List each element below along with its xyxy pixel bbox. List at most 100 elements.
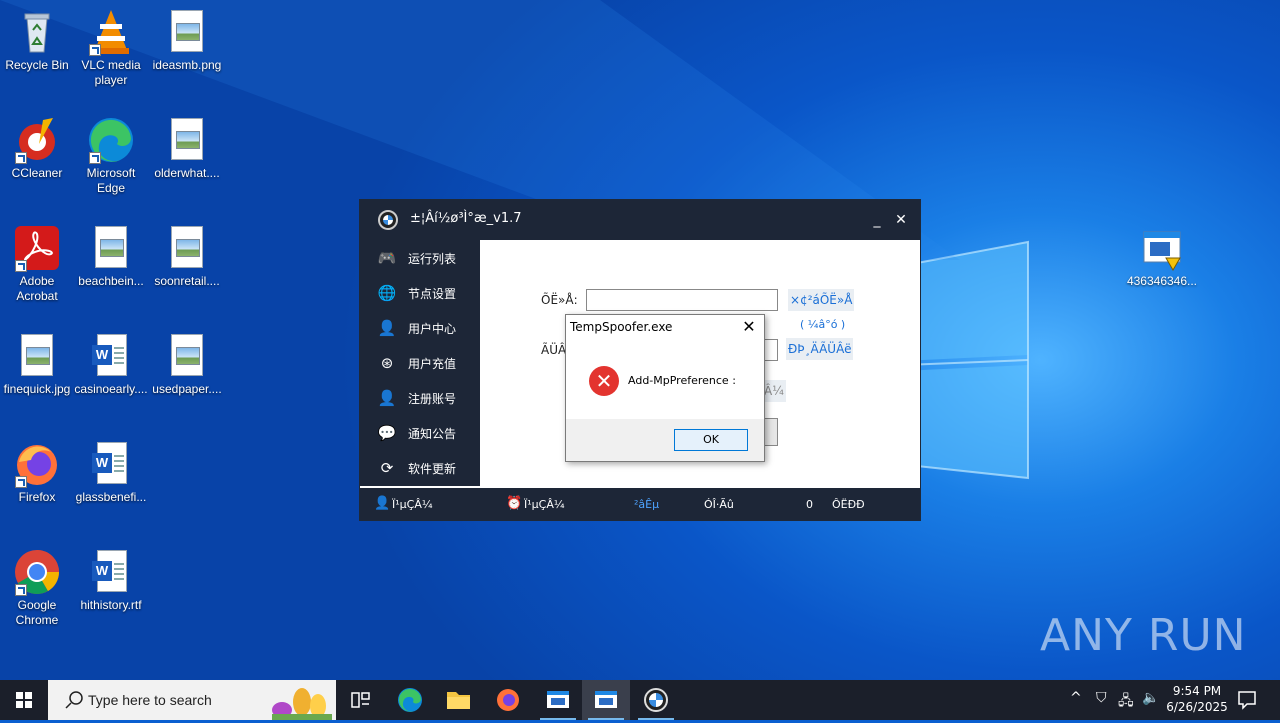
volume-icon[interactable]: 🔈 — [1142, 690, 1159, 706]
ok-button[interactable]: OK — [674, 429, 748, 451]
edge-icon — [398, 688, 422, 712]
task-view-icon — [351, 692, 370, 708]
sidebar-item-node-settings[interactable]: 🌐 节点设置 — [360, 276, 480, 311]
notifications-button[interactable] — [1236, 688, 1258, 713]
taskbar-app-window-2[interactable] — [582, 680, 630, 720]
status-login-text-2: Ï¹µÇÂ¼ — [524, 498, 565, 511]
exe-file-icon — [1138, 224, 1186, 272]
sidebar-item-recharge[interactable]: ⊛ 用户充值 — [360, 346, 480, 381]
ccleaner-icon — [13, 116, 61, 164]
word-file-icon: W — [87, 548, 135, 596]
gamepad-icon: 🎮 — [377, 249, 397, 267]
desktop-icon-firefox[interactable]: Firefox — [0, 440, 74, 505]
desktop-icon-beachbein[interactable]: beachbein... — [74, 224, 148, 289]
app-title-bar[interactable]: ±¦Âí½ø³Ì°æ_v1.7 _ ✕ — [360, 200, 920, 240]
error-dialog: TempSpoofer.exe ✕ ✕ Add-MpPreference : O… — [565, 314, 765, 462]
desktop-icon-olderwhat[interactable]: olderwhat.... — [150, 116, 224, 181]
network-icon[interactable]: 🖧 — [1118, 690, 1134, 714]
taskbar-app-window-1[interactable] — [534, 680, 582, 720]
image-file-icon — [163, 8, 211, 56]
tulip-search-art-icon — [272, 688, 332, 720]
image-file-icon — [163, 332, 211, 380]
sidebar-item-label: 运行列表 — [408, 252, 457, 266]
sidebar-item-label: 软件更新 — [408, 462, 457, 476]
desktop-icon-label: hithistory.rtf — [80, 598, 142, 612]
acrobat-icon — [13, 224, 61, 272]
minimize-button[interactable]: _ — [868, 208, 886, 232]
status-game-name: ÓÎ·Ãû — [704, 498, 734, 511]
sidebar: 🎮 运行列表 🌐 节点设置 👤 用户中心 ⊛ 用户充值 👤 注册账号 💬 通知公… — [360, 240, 480, 486]
account-input[interactable] — [586, 289, 778, 311]
shortcut-arrow-icon — [89, 152, 101, 164]
image-file-icon — [163, 116, 211, 164]
register-account-link[interactable]: ×¢²áÕË»Å — [788, 289, 855, 311]
shortcut-arrow-icon — [15, 584, 27, 596]
desktop-icon-ccleaner[interactable]: CCleaner — [0, 116, 74, 181]
sidebar-item-register[interactable]: 👤 注册账号 — [360, 381, 480, 416]
desktop-icon-label: Recycle Bin — [5, 58, 69, 72]
status-test-text: ²âÊµ — [634, 498, 660, 511]
clock-time: 9:54 PM — [1172, 684, 1222, 698]
desktop-icon-ideasmb[interactable]: ideasmb.png — [150, 8, 224, 73]
desktop-icon-label: Firefox — [18, 490, 56, 504]
sidebar-item-user-center[interactable]: 👤 用户中心 — [360, 311, 480, 346]
desktop-icon-hithistory[interactable]: W hithistory.rtf — [74, 548, 148, 613]
taskbar-bmw-app[interactable] — [632, 680, 680, 720]
globe-icon: 🌐 — [377, 284, 397, 302]
start-button[interactable] — [0, 680, 48, 720]
desktop-icon-soonretail[interactable]: soonretail.... — [150, 224, 224, 289]
desktop-icon-label: CCleaner — [11, 166, 63, 180]
user-icon: 👤 — [377, 319, 397, 337]
desktop-icon-436346346[interactable]: 436346346... — [1124, 224, 1200, 289]
desktop-icon-acrobat[interactable]: Adobe Acrobat — [0, 224, 74, 304]
clock[interactable]: 9:54 PM 6/26/2025 — [1166, 683, 1228, 715]
desktop-icon-label: 436346346... — [1126, 274, 1198, 288]
close-button[interactable]: ✕ — [892, 208, 910, 232]
app-title: ±¦Âí½ø³Ì°æ_v1.7 — [410, 211, 522, 226]
defender-icon[interactable]: ⛉ — [1096, 690, 1107, 706]
sidebar-item-announcements[interactable]: 💬 通知公告 — [360, 416, 480, 451]
task-view-button[interactable] — [336, 680, 384, 720]
desktop-icon-recycle-bin[interactable]: Recycle Bin — [0, 8, 74, 73]
shortcut-arrow-icon — [15, 476, 27, 488]
login-link[interactable]: Â¼ — [762, 380, 786, 402]
image-file-icon — [163, 224, 211, 272]
show-hidden-icons-button[interactable]: ^ — [1070, 690, 1082, 706]
unbind-hint[interactable]: ( ¼â°ó ) — [800, 318, 845, 331]
desktop-icon-chrome[interactable]: Google Chrome — [0, 548, 74, 628]
recycle-bin-icon — [13, 8, 61, 56]
desktop-icon-casinoearly[interactable]: W casinoearly.... — [74, 332, 148, 397]
desktop-icon-label: finequick.jpg — [3, 382, 71, 396]
change-password-link[interactable]: ÐÞ¸ÄÃÜÂë — [786, 338, 854, 360]
desktop-icon-vlc[interactable]: VLC media player — [74, 8, 148, 88]
desktop-icon-label: Google Chrome — [15, 598, 59, 627]
image-file-icon — [87, 224, 135, 272]
desktop-icon-edge[interactable]: Microsoft Edge — [74, 116, 148, 196]
dialog-title: TempSpoofer.exe — [570, 320, 673, 334]
taskbar-file-explorer[interactable] — [434, 680, 482, 720]
password-input[interactable] — [764, 339, 778, 361]
search-box[interactable]: Type here to search — [48, 680, 336, 720]
taskbar-firefox[interactable] — [484, 680, 532, 720]
alarm-icon: ⏰ — [506, 496, 523, 511]
window-app-icon — [595, 691, 617, 708]
sidebar-item-update[interactable]: ⟳ 软件更新 — [360, 451, 480, 486]
window-app-icon — [547, 691, 569, 708]
desktop-icon-label: Microsoft Edge — [86, 166, 136, 195]
image-file-icon — [13, 332, 61, 380]
sidebar-item-run-list[interactable]: 🎮 运行列表 — [360, 241, 480, 276]
firefox-icon — [13, 440, 61, 488]
word-file-icon: W — [87, 332, 135, 380]
desktop-icon-finequick[interactable]: finequick.jpg — [0, 332, 74, 397]
taskbar-edge[interactable] — [386, 680, 434, 720]
dialog-close-button[interactable]: ✕ — [740, 317, 758, 337]
desktop-icon-glassbenefi[interactable]: W glassbenefi... — [74, 440, 148, 505]
sidebar-item-label: 通知公告 — [408, 427, 457, 441]
desktop-icon-label: beachbein... — [78, 274, 144, 288]
word-file-icon: W — [87, 440, 135, 488]
refresh-icon: ⟳ — [380, 459, 394, 477]
bmw-logo-icon — [644, 688, 668, 712]
chrome-icon — [13, 548, 61, 596]
desktop-icon-usedpaper[interactable]: usedpaper.... — [150, 332, 224, 397]
account-label: ÕË»Å: — [541, 293, 578, 307]
